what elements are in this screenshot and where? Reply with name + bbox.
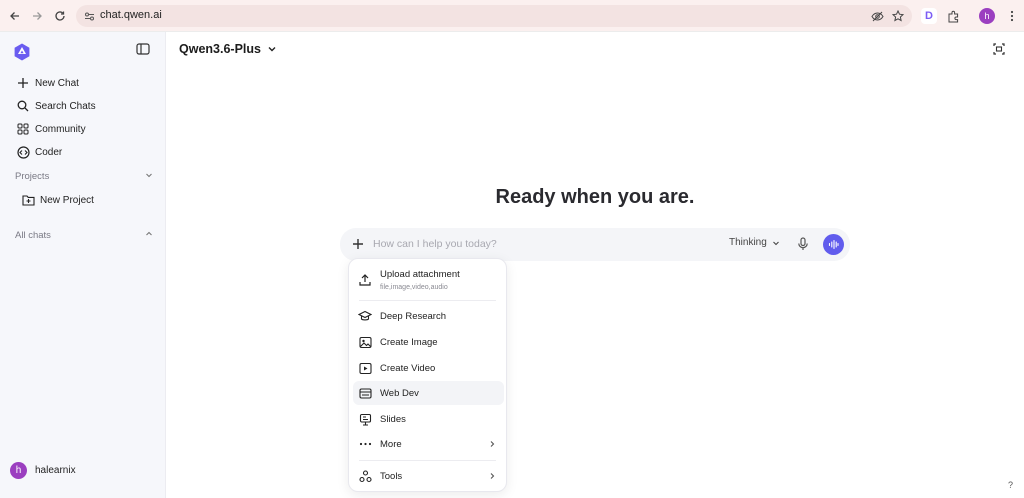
- search-icon: [16, 99, 30, 113]
- new-project-button[interactable]: New Project: [15, 189, 161, 211]
- plus-icon: [16, 76, 30, 90]
- grid-icon: [16, 122, 30, 136]
- sidebar-item-label: Coder: [35, 146, 63, 158]
- temporary-chat-icon[interactable]: [992, 42, 1006, 56]
- new-project-label: New Project: [40, 194, 94, 206]
- chevron-down-icon: [267, 44, 277, 54]
- address-bar[interactable]: chat.qwen.ai: [76, 5, 912, 27]
- voice-mode-button[interactable]: [823, 234, 844, 255]
- graduation-cap-icon: [358, 309, 372, 323]
- upload-attachment-label: Upload attachment: [380, 269, 460, 280]
- more-dots-icon: [358, 437, 372, 451]
- tools-icon: [358, 469, 372, 483]
- sidebar: New Chat Search Chats Community Coder Pr…: [0, 32, 166, 498]
- menu-item-slides[interactable]: Slides: [353, 407, 504, 431]
- add-attachment-button[interactable]: [350, 236, 366, 252]
- menu-item-label: Slides: [380, 413, 406, 425]
- model-selector[interactable]: Qwen3.6-Plus: [179, 42, 277, 56]
- attachment-menu: Upload attachment file,image,video,audio…: [348, 258, 507, 492]
- menu-item-create-video[interactable]: Create Video: [353, 356, 504, 380]
- thinking-mode-dropdown[interactable]: Thinking: [729, 237, 780, 248]
- back-icon[interactable]: [6, 7, 24, 25]
- browser-toolbar: chat.qwen.ai D h: [0, 0, 1024, 32]
- thinking-mode-label: Thinking: [729, 237, 767, 248]
- folder-plus-icon: [21, 193, 35, 207]
- menu-item-label: More: [380, 438, 402, 450]
- sidebar-item-community[interactable]: Community: [10, 118, 156, 140]
- waveform-icon: [828, 239, 839, 250]
- hero-heading: Ready when you are.: [495, 186, 695, 208]
- sidebar-item-coder[interactable]: Coder: [10, 141, 156, 163]
- menu-item-label: Deep Research: [380, 310, 447, 322]
- image-icon: [358, 335, 372, 349]
- upload-attachment-types: file,image,video,audio: [380, 284, 448, 291]
- sidebar-item-label: Search Chats: [35, 100, 96, 112]
- browser-profile-avatar[interactable]: h: [979, 8, 995, 24]
- slides-icon: [358, 412, 372, 426]
- projects-label: Projects: [15, 171, 50, 182]
- avatar: h: [10, 462, 27, 479]
- microphone-icon[interactable]: [795, 236, 811, 252]
- sidebar-toggle-icon[interactable]: [136, 42, 152, 58]
- menu-item-more[interactable]: More: [353, 432, 504, 456]
- user-profile[interactable]: h halearnix: [10, 462, 76, 479]
- user-name: halearnix: [35, 465, 76, 476]
- chat-composer: Thinking: [340, 228, 850, 261]
- menu-item-label: Create Video: [380, 362, 436, 374]
- menu-item-label: Web Dev: [380, 387, 419, 399]
- menu-item-deep-research[interactable]: Deep Research: [353, 304, 504, 328]
- menu-divider: [359, 300, 496, 301]
- forward-icon[interactable]: [28, 7, 46, 25]
- menu-item-label: Tools: [380, 470, 403, 482]
- chevron-right-icon: [488, 440, 496, 448]
- chevron-down-icon: [772, 239, 780, 247]
- model-name: Qwen3.6-Plus: [179, 42, 261, 56]
- upload-icon: [358, 273, 372, 287]
- sidebar-item-new-chat[interactable]: New Chat: [10, 72, 156, 94]
- code-icon: [16, 145, 30, 159]
- extension-d-icon[interactable]: D: [921, 8, 937, 24]
- sidebar-item-label: Community: [35, 123, 86, 135]
- menu-item-web-dev[interactable]: Web Dev: [353, 381, 504, 405]
- plus-icon: [353, 239, 363, 249]
- projects-section-header[interactable]: Projects: [15, 171, 153, 182]
- bookmark-star-icon[interactable]: [891, 9, 905, 23]
- eye-off-icon[interactable]: [870, 9, 884, 23]
- upload-attachment-item[interactable]: Upload attachment file,image,video,audio: [353, 265, 504, 297]
- menu-item-create-image[interactable]: Create Image: [353, 330, 504, 354]
- all-chats-section-header[interactable]: All chats: [15, 230, 153, 241]
- menu-item-label: Create Image: [380, 336, 438, 348]
- site-settings-icon[interactable]: [82, 9, 96, 23]
- reload-icon[interactable]: [51, 7, 69, 25]
- address-url: chat.qwen.ai: [100, 9, 162, 21]
- web-dev-icon: [358, 386, 372, 400]
- qwen-logo-icon[interactable]: [12, 42, 32, 62]
- chevron-up-icon: [145, 230, 153, 241]
- sidebar-item-search-chats[interactable]: Search Chats: [10, 95, 156, 117]
- prompt-input[interactable]: [373, 235, 673, 253]
- menu-item-tools[interactable]: Tools: [353, 464, 504, 488]
- all-chats-label: All chats: [15, 230, 51, 241]
- chevron-down-icon: [145, 171, 153, 182]
- video-icon: [358, 361, 372, 375]
- menu-divider: [359, 460, 496, 461]
- help-button[interactable]: ?: [1008, 480, 1013, 490]
- extensions-puzzle-icon[interactable]: [944, 7, 962, 25]
- browser-menu-icon[interactable]: [1003, 7, 1021, 25]
- chevron-right-icon: [488, 472, 496, 480]
- sidebar-item-label: New Chat: [35, 77, 79, 89]
